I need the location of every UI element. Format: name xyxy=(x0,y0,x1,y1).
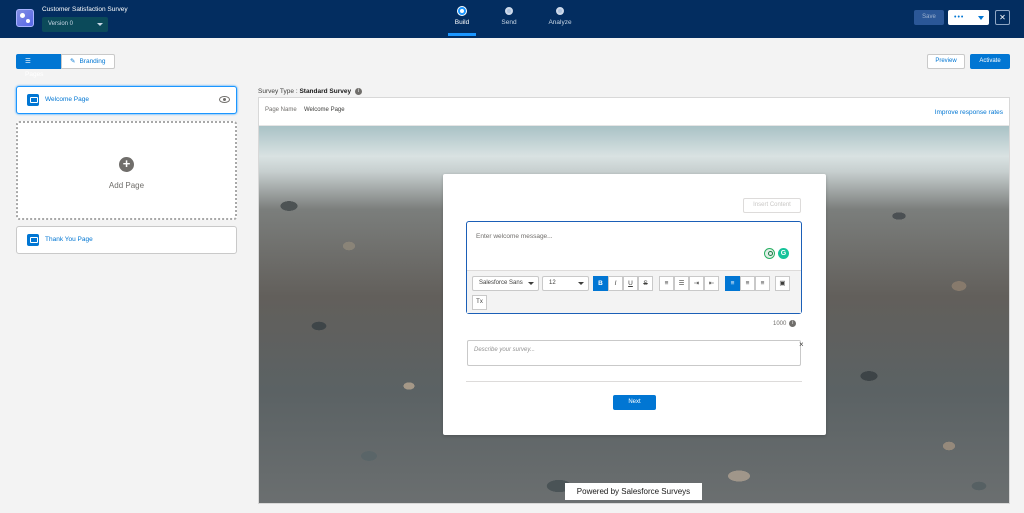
tab-branding[interactable]: ✎ Branding xyxy=(61,54,115,69)
indent-button[interactable]: ⇥ xyxy=(689,276,704,291)
info-icon[interactable]: i xyxy=(354,88,362,95)
eye-icon[interactable] xyxy=(219,96,230,103)
step-build[interactable]: Build xyxy=(442,7,482,26)
add-page-label: Add Page xyxy=(108,181,145,190)
underline-button[interactable]: U xyxy=(623,276,638,291)
step-dot-icon xyxy=(505,7,513,15)
survey-type: Survey Type : Standard Survey i xyxy=(258,88,362,95)
font-size-value: 12 xyxy=(549,280,556,286)
add-icon: + xyxy=(119,157,134,172)
grammarly-icon[interactable]: G xyxy=(778,248,789,259)
chevron-down-icon xyxy=(528,282,534,285)
info-icon[interactable]: i xyxy=(789,320,797,327)
preview-button[interactable]: Preview xyxy=(927,54,965,69)
survey-title: Customer Satisfaction Survey xyxy=(42,6,128,13)
step-dot-icon xyxy=(458,7,466,15)
welcome-card: Insert Content Enter welcome message... … xyxy=(443,174,826,435)
improve-response-rates-link[interactable]: Improve response rates xyxy=(935,109,1003,116)
step-send[interactable]: Send xyxy=(489,7,529,26)
tab-label: Pages xyxy=(25,71,44,78)
step-dot-icon xyxy=(556,7,564,15)
character-limit-value: 1000 xyxy=(773,321,787,328)
italic-button[interactable]: I xyxy=(608,276,623,291)
survey-description-field[interactable]: Describe your survey... xyxy=(467,340,801,366)
active-step-indicator xyxy=(448,33,476,36)
welcome-message-placeholder: Enter welcome message... xyxy=(476,233,553,240)
activate-button[interactable]: Activate xyxy=(970,54,1010,69)
insert-image-button[interactable]: ▣ xyxy=(775,276,790,291)
step-analyze[interactable]: Analyze xyxy=(540,7,580,26)
insert-content-button[interactable]: Insert Content xyxy=(743,198,801,213)
page-item-welcome[interactable]: Welcome Page xyxy=(16,86,237,114)
bullet-list-button[interactable]: ≡ xyxy=(659,276,674,291)
step-label: Build xyxy=(454,19,470,26)
tab-label: Branding xyxy=(79,58,106,65)
page-icon xyxy=(27,234,39,246)
step-label: Send xyxy=(501,19,517,26)
page-item-thank-you[interactable]: Thank You Page xyxy=(16,226,237,254)
survey-type-prefix: Survey Type : xyxy=(258,88,300,96)
font-family-select[interactable]: Salesforce Sans xyxy=(472,276,539,291)
next-button[interactable]: Next xyxy=(613,395,656,410)
version-label: Version 0 xyxy=(48,21,74,27)
chevron-down-icon xyxy=(578,282,584,285)
chevron-down-icon xyxy=(97,23,103,26)
powered-by-badge: Powered by Salesforce Surveys xyxy=(565,483,702,500)
close-button[interactable]: ✕ xyxy=(995,10,1010,25)
brush-icon: ✎ xyxy=(70,58,76,65)
page-icon xyxy=(27,94,39,106)
align-left-button[interactable]: ≡ xyxy=(725,276,740,291)
more-actions-button[interactable]: ••• xyxy=(948,10,989,25)
welcome-message-editor[interactable]: Enter welcome message... G Salesforce Sa… xyxy=(466,221,802,314)
align-right-button[interactable]: ≡ xyxy=(755,276,770,291)
page-name-label: Page Name xyxy=(265,107,297,113)
strikethrough-button[interactable]: S xyxy=(638,276,653,291)
description-placeholder: Describe your survey... xyxy=(474,347,535,353)
add-page-button[interactable]: + Add Page xyxy=(16,121,237,220)
divider xyxy=(466,381,802,382)
outdent-button[interactable]: ⇤ xyxy=(704,276,719,291)
survey-type-value: Standard Survey xyxy=(299,88,352,96)
step-label: Analyze xyxy=(548,19,572,26)
survey-app-icon xyxy=(16,9,34,27)
formatting-toolbar: Salesforce Sans 12 B I U S ≡ ☰ ⇥ ⇤ ≡ ≡ ≡… xyxy=(467,270,801,313)
page-item-label: Thank You Page xyxy=(45,236,93,243)
font-family-value: Salesforce Sans xyxy=(479,280,523,286)
font-size-select[interactable]: 12 xyxy=(542,276,589,291)
tab-pages[interactable]: ☰ Pages xyxy=(16,54,61,78)
close-icon[interactable]: × xyxy=(799,340,804,349)
canvas-header: Page Name Welcome Page Improve response … xyxy=(259,98,1009,126)
clear-formatting-button[interactable]: Tx xyxy=(472,295,487,310)
page-name-value[interactable]: Welcome Page xyxy=(304,107,345,113)
bold-button[interactable]: B xyxy=(593,276,608,291)
panel-tabs: ☰ Pages ✎ Branding xyxy=(16,54,115,78)
page-item-label: Welcome Page xyxy=(45,96,89,103)
location-pin-icon[interactable] xyxy=(764,248,775,259)
align-center-button[interactable]: ≡ xyxy=(740,276,755,291)
chevron-down-icon xyxy=(978,16,984,20)
character-limit: 1000 i xyxy=(773,320,797,328)
version-dropdown[interactable]: Version 0 xyxy=(42,17,108,32)
numbered-list-button[interactable]: ☰ xyxy=(674,276,689,291)
more-dots-icon: ••• xyxy=(954,14,965,21)
save-button[interactable]: Save xyxy=(914,10,944,25)
list-icon: ☰ xyxy=(25,58,31,65)
top-header: Customer Satisfaction Survey Version 0 B… xyxy=(0,0,1024,38)
